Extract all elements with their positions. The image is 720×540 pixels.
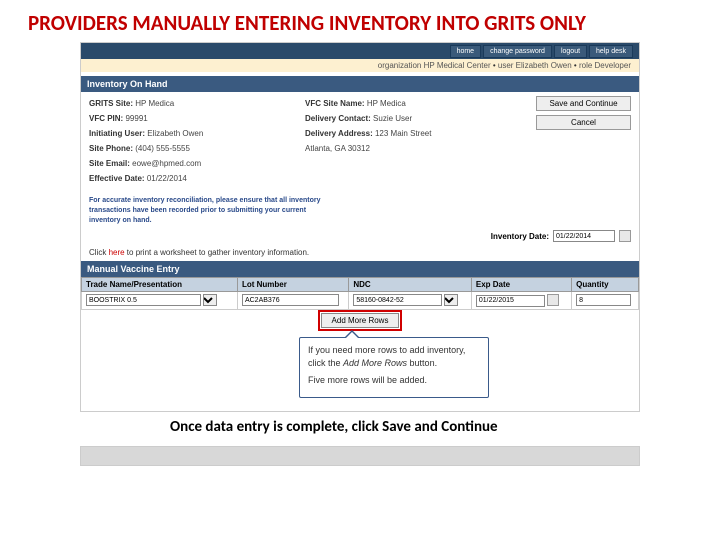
- org-user-bar: organization HP Medical Center • user El…: [81, 59, 639, 72]
- grits-site-label: GRITS Site:: [89, 99, 133, 108]
- site-info-left: GRITS Site: HP Medica VFC PIN: 99991 Ini…: [89, 96, 305, 186]
- callout-line1c: button.: [407, 358, 437, 368]
- site-info-actions: Save and Continue Cancel: [521, 96, 631, 186]
- calendar-icon[interactable]: [547, 294, 559, 306]
- accuracy-line2: transactions have been recorded prior to…: [89, 206, 631, 216]
- section-inventory-onhand: Inventory On Hand: [81, 76, 639, 92]
- ndc-select[interactable]: [444, 294, 458, 306]
- add-more-rows-button[interactable]: Add More Rows: [321, 313, 400, 328]
- inventory-date-row: Inventory Date:: [81, 228, 639, 246]
- th-exp-date: Exp Date: [471, 278, 571, 292]
- worksheet-link[interactable]: here: [109, 248, 125, 257]
- role-value: Developer: [595, 61, 631, 70]
- site-email-value: eowe@hpmed.com: [132, 159, 201, 168]
- trade-name-select[interactable]: [203, 294, 217, 306]
- th-trade-name: Trade Name/Presentation: [82, 278, 238, 292]
- th-quantity: Quantity: [572, 278, 639, 292]
- callout-line2: Five more rows will be added.: [308, 374, 480, 387]
- vfc-pin-value: 99991: [125, 114, 147, 123]
- slide-heading: PROVIDERS MANUALLY ENTERING INVENTORY IN…: [0, 0, 720, 42]
- initiating-user-value: Elizabeth Owen: [147, 129, 203, 138]
- site-info-panel: GRITS Site: HP Medica VFC PIN: 99991 Ini…: [81, 92, 639, 192]
- change-password-button[interactable]: change password: [483, 45, 552, 58]
- help-desk-button[interactable]: help desk: [589, 45, 633, 58]
- trade-name-input[interactable]: [86, 294, 201, 306]
- site-phone-label: Site Phone:: [89, 144, 133, 153]
- th-lot-number: Lot Number: [237, 278, 348, 292]
- cancel-button[interactable]: Cancel: [536, 115, 631, 130]
- top-navbar: home change password logout help desk: [81, 43, 639, 59]
- tooltip-callout: If you need more rows to add inventory, …: [299, 337, 489, 398]
- table-header-row: Trade Name/Presentation Lot Number NDC E…: [82, 278, 639, 292]
- vaccine-entry-table: Trade Name/Presentation Lot Number NDC E…: [81, 277, 639, 310]
- delivery-address-label: Delivery Address:: [305, 129, 373, 138]
- vfc-pin-label: VFC PIN:: [89, 114, 123, 123]
- vfc-sitename-label: VFC Site Name:: [305, 99, 365, 108]
- add-rows-row: Add More Rows: [81, 310, 639, 331]
- delivery-address-line1: 123 Main Street: [375, 129, 431, 138]
- accuracy-note: For accurate inventory reconciliation, p…: [81, 192, 639, 228]
- lot-number-input[interactable]: [242, 294, 339, 306]
- ndc-input[interactable]: [353, 294, 442, 306]
- delivery-contact-value: Suzie User: [373, 114, 412, 123]
- initiating-user-label: Initiating User:: [89, 129, 145, 138]
- org-value: HP Medical Center: [424, 61, 491, 70]
- logout-button[interactable]: logout: [554, 45, 587, 58]
- effective-date-value: 01/22/2014: [147, 174, 187, 183]
- quantity-input[interactable]: [576, 294, 631, 306]
- delivery-address-line2: Atlanta, GA 30312: [305, 144, 370, 153]
- save-continue-button[interactable]: Save and Continue: [536, 96, 631, 111]
- site-info-middle: VFC Site Name: HP Medica Delivery Contac…: [305, 96, 521, 186]
- bottom-bar: [80, 446, 640, 466]
- inventory-date-input[interactable]: [553, 230, 615, 242]
- inventory-date-label: Inventory Date:: [491, 232, 549, 241]
- click-here-post: to print a worksheet to gather inventory…: [125, 248, 310, 257]
- org-label: organization: [378, 61, 422, 70]
- section-manual-entry: Manual Vaccine Entry: [81, 261, 639, 277]
- accuracy-line1: For accurate inventory reconciliation, p…: [89, 196, 631, 206]
- table-row: [82, 292, 639, 310]
- accuracy-line3: inventory on hand.: [89, 216, 631, 226]
- callout-line1b: Add More Rows: [343, 358, 407, 368]
- effective-date-label: Effective Date:: [89, 174, 145, 183]
- role-label: role: [579, 61, 592, 70]
- delivery-contact-label: Delivery Contact:: [305, 114, 371, 123]
- grits-site-value: HP Medica: [135, 99, 174, 108]
- vfc-sitename-value: HP Medica: [367, 99, 406, 108]
- user-label: user: [498, 61, 514, 70]
- click-here-pre: Click: [89, 248, 109, 257]
- callout-area: If you need more rows to add inventory, …: [81, 331, 639, 411]
- site-email-label: Site Email:: [89, 159, 130, 168]
- th-ndc: NDC: [349, 278, 472, 292]
- home-button[interactable]: home: [450, 45, 482, 58]
- user-value: Elizabeth Owen: [516, 61, 572, 70]
- calendar-icon[interactable]: [619, 230, 631, 242]
- exp-date-input[interactable]: [476, 295, 545, 307]
- site-phone-value: (404) 555-5555: [135, 144, 190, 153]
- app-screenshot: home change password logout help desk or…: [80, 42, 640, 412]
- slide-instruction: Once data entry is complete, click Save …: [0, 412, 720, 440]
- worksheet-link-row: Click here to print a worksheet to gathe…: [81, 246, 639, 261]
